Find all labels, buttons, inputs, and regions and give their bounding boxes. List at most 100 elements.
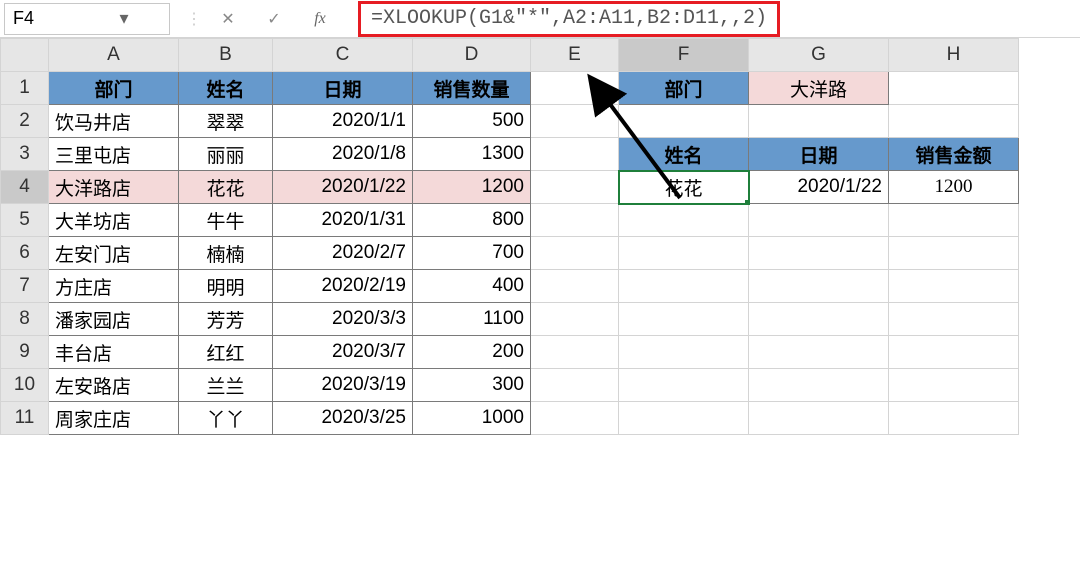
cell-E9[interactable]	[531, 336, 619, 369]
row-header-6[interactable]: 6	[1, 237, 49, 270]
cell-A2[interactable]: 饮马井店	[49, 105, 179, 138]
cell-H6[interactable]	[889, 237, 1019, 270]
cell-C7[interactable]: 2020/2/19	[273, 270, 413, 303]
cell-F10[interactable]	[619, 369, 749, 402]
cell-E2[interactable]	[531, 105, 619, 138]
cell-F8[interactable]	[619, 303, 749, 336]
cell-G8[interactable]	[749, 303, 889, 336]
cell-B6[interactable]: 楠楠	[179, 237, 273, 270]
col-header-A[interactable]: A	[49, 39, 179, 72]
cell-G2[interactable]	[749, 105, 889, 138]
cell-B7[interactable]: 明明	[179, 270, 273, 303]
confirm-icon[interactable]: ✓	[264, 9, 284, 29]
cell-D7[interactable]: 400	[413, 270, 531, 303]
cell-D1[interactable]: 销售数量	[413, 72, 531, 105]
col-header-H[interactable]: H	[889, 39, 1019, 72]
cell-H1[interactable]	[889, 72, 1019, 105]
cell-B5[interactable]: 牛牛	[179, 204, 273, 237]
cell-E7[interactable]	[531, 270, 619, 303]
cell-A1[interactable]: 部门	[49, 72, 179, 105]
cell-C2[interactable]: 2020/1/1	[273, 105, 413, 138]
cell-E1[interactable]	[531, 72, 619, 105]
cell-H2[interactable]	[889, 105, 1019, 138]
col-header-G[interactable]: G	[749, 39, 889, 72]
cell-D5[interactable]: 800	[413, 204, 531, 237]
cell-A9[interactable]: 丰台店	[49, 336, 179, 369]
formula-input[interactable]: =XLOOKUP(G1&"*",A2:A11,B2:D11,,2)	[358, 1, 780, 37]
select-all-corner[interactable]	[1, 39, 49, 72]
cell-G7[interactable]	[749, 270, 889, 303]
cell-C4[interactable]: 2020/1/22	[273, 171, 413, 204]
row-header-10[interactable]: 10	[1, 369, 49, 402]
cell-B10[interactable]: 兰兰	[179, 369, 273, 402]
cell-E3[interactable]	[531, 138, 619, 171]
cell-A3[interactable]: 三里屯店	[49, 138, 179, 171]
cell-E6[interactable]	[531, 237, 619, 270]
cell-H5[interactable]	[889, 204, 1019, 237]
row-header-11[interactable]: 11	[1, 402, 49, 435]
cell-G3[interactable]: 日期	[749, 138, 889, 171]
row-header-1[interactable]: 1	[1, 72, 49, 105]
cell-H8[interactable]	[889, 303, 1019, 336]
cell-G9[interactable]	[749, 336, 889, 369]
cell-E10[interactable]	[531, 369, 619, 402]
row-header-8[interactable]: 8	[1, 303, 49, 336]
cell-F1[interactable]: 部门	[619, 72, 749, 105]
cell-F3[interactable]: 姓名	[619, 138, 749, 171]
cell-G1[interactable]: 大洋路	[749, 72, 889, 105]
cell-F6[interactable]	[619, 237, 749, 270]
cell-E4[interactable]	[531, 171, 619, 204]
cell-H4[interactable]: 1200	[889, 171, 1019, 204]
cell-E11[interactable]	[531, 402, 619, 435]
row-header-3[interactable]: 3	[1, 138, 49, 171]
cell-H11[interactable]	[889, 402, 1019, 435]
cell-F5[interactable]	[619, 204, 749, 237]
cell-B9[interactable]: 红红	[179, 336, 273, 369]
row-header-9[interactable]: 9	[1, 336, 49, 369]
cell-C10[interactable]: 2020/3/19	[273, 369, 413, 402]
cell-D9[interactable]: 200	[413, 336, 531, 369]
cell-A8[interactable]: 潘家园店	[49, 303, 179, 336]
row-header-7[interactable]: 7	[1, 270, 49, 303]
cell-B8[interactable]: 芳芳	[179, 303, 273, 336]
cell-B1[interactable]: 姓名	[179, 72, 273, 105]
cell-A10[interactable]: 左安路店	[49, 369, 179, 402]
col-header-D[interactable]: D	[413, 39, 531, 72]
cell-C1[interactable]: 日期	[273, 72, 413, 105]
col-header-B[interactable]: B	[179, 39, 273, 72]
cell-E5[interactable]	[531, 204, 619, 237]
cell-E8[interactable]	[531, 303, 619, 336]
cell-H3[interactable]: 销售金额	[889, 138, 1019, 171]
col-header-C[interactable]: C	[273, 39, 413, 72]
cell-B3[interactable]: 丽丽	[179, 138, 273, 171]
cell-D8[interactable]: 1100	[413, 303, 531, 336]
row-header-5[interactable]: 5	[1, 204, 49, 237]
cell-D2[interactable]: 500	[413, 105, 531, 138]
cell-C5[interactable]: 2020/1/31	[273, 204, 413, 237]
cell-D10[interactable]: 300	[413, 369, 531, 402]
cell-H7[interactable]	[889, 270, 1019, 303]
dropdown-icon[interactable]: ▾	[87, 13, 161, 25]
cell-G11[interactable]	[749, 402, 889, 435]
cell-G5[interactable]	[749, 204, 889, 237]
cell-C8[interactable]: 2020/3/3	[273, 303, 413, 336]
cell-D6[interactable]: 700	[413, 237, 531, 270]
cell-F2[interactable]	[619, 105, 749, 138]
cell-H9[interactable]	[889, 336, 1019, 369]
cell-F9[interactable]	[619, 336, 749, 369]
cell-B11[interactable]: 丫丫	[179, 402, 273, 435]
cell-D4[interactable]: 1200	[413, 171, 531, 204]
cell-G6[interactable]	[749, 237, 889, 270]
col-header-E[interactable]: E	[531, 39, 619, 72]
cell-C6[interactable]: 2020/2/7	[273, 237, 413, 270]
cell-F4-active[interactable]: 花花	[619, 171, 749, 204]
cell-A4[interactable]: 大洋路店	[49, 171, 179, 204]
cell-G4[interactable]: 2020/1/22	[749, 171, 889, 204]
name-box[interactable]: F4 ▾	[4, 3, 170, 35]
cell-A7[interactable]: 方庄店	[49, 270, 179, 303]
cell-D11[interactable]: 1000	[413, 402, 531, 435]
row-header-4[interactable]: 4	[1, 171, 49, 204]
cell-C11[interactable]: 2020/3/25	[273, 402, 413, 435]
cell-F11[interactable]	[619, 402, 749, 435]
cell-H10[interactable]	[889, 369, 1019, 402]
